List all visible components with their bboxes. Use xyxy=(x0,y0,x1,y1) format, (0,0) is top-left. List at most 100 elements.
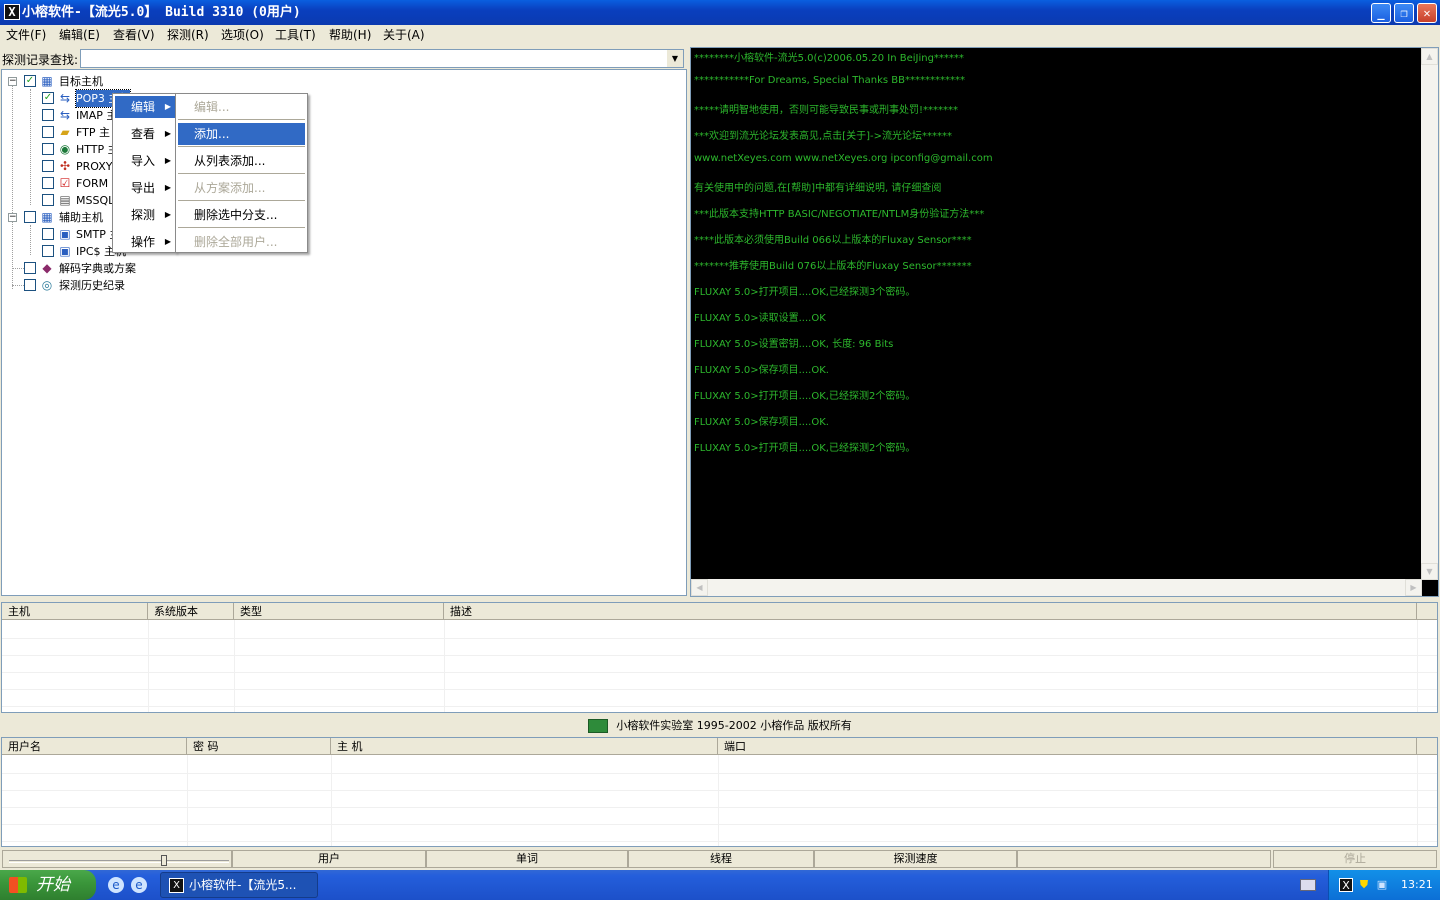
console-line: *****请明智地使用，否则可能导致民事或刑事处罚!******* xyxy=(694,105,959,116)
tree-node-mssql[interactable]: ▤ MSSQL xyxy=(26,192,114,209)
checkbox-checked[interactable]: ✓ xyxy=(42,92,54,104)
column-header-description[interactable]: 描述 xyxy=(444,603,1417,620)
menu-view[interactable]: 查看(V) xyxy=(113,25,155,46)
checkbox[interactable] xyxy=(42,160,54,172)
quicklaunch-ie-icon[interactable]: e xyxy=(131,877,147,893)
shield-icon[interactable]: ⛊ xyxy=(1357,878,1371,892)
checkbox[interactable] xyxy=(42,228,54,240)
scroll-down-icon[interactable]: ▼ xyxy=(1421,563,1438,580)
checkbox[interactable] xyxy=(24,262,36,274)
menu-probe[interactable]: 探测(R) xyxy=(167,25,209,46)
dropdown-arrow-icon[interactable]: ▼ xyxy=(667,50,683,67)
checkbox[interactable] xyxy=(24,211,36,223)
console-line: FLUXAY 5.0>保存项目....OK. xyxy=(694,365,829,376)
menu-options[interactable]: 选项(O) xyxy=(221,25,264,46)
maximize-button[interactable]: ❐ xyxy=(1394,3,1414,23)
console-horizontal-scrollbar[interactable]: ◀ ▶ xyxy=(691,579,1422,596)
title-bar[interactable]: X 小榕软件-【流光5.0】 Build 3310 (0用户) _ ❐ ✕ xyxy=(0,0,1440,25)
context-item-import[interactable]: 导入 ▶ xyxy=(115,150,175,172)
stop-button[interactable]: 停止 xyxy=(1273,850,1437,868)
menu-help[interactable]: 帮助(H) xyxy=(329,25,371,46)
tree-node-ipc[interactable]: ▣ IPC$ 主机 xyxy=(26,243,126,260)
tree-node-http[interactable]: ◉ HTTP 主 xyxy=(26,141,119,158)
context-item-probe[interactable]: 探测 ▶ xyxy=(115,204,175,226)
tree-node-target-hosts[interactable]: − ✓ ▦ 目标主机 xyxy=(8,73,208,90)
search-combo[interactable]: ▼ xyxy=(80,49,684,68)
collapse-icon[interactable]: − xyxy=(8,77,17,86)
menu-edit[interactable]: 编辑(E) xyxy=(59,25,100,46)
status-words: 单词 xyxy=(426,850,628,868)
app-icon[interactable]: X xyxy=(4,4,20,20)
checkbox[interactable] xyxy=(42,194,54,206)
console-line: *******推荐使用Build 076以上版本的Fluxay Sensor**… xyxy=(694,261,972,272)
tree-node-proxy[interactable]: ✣ PROXY xyxy=(26,158,113,175)
submenu-arrow-icon: ▶ xyxy=(164,183,171,192)
column-header-username[interactable]: 用户名 xyxy=(2,738,187,755)
column-header-os-version[interactable]: 系统版本 xyxy=(148,603,234,620)
search-label: 探测记录查找: xyxy=(2,53,79,67)
submenu-item-add-from-scheme: 从方案添加... xyxy=(194,181,266,195)
context-item-operate[interactable]: 操作 ▶ xyxy=(115,231,175,253)
taskbar-window-button[interactable]: X 小榕软件-【流光5... xyxy=(160,872,318,898)
tree-node-history[interactable]: ◎ 探测历史纪录 xyxy=(8,277,168,294)
tree-node-dictionary[interactable]: ◆ 解码字典或方案 xyxy=(8,260,168,277)
fluxay-tray-icon[interactable]: X xyxy=(1339,878,1353,892)
mail-host-icon: ⇆ xyxy=(59,108,71,122)
slider-thumb[interactable] xyxy=(161,855,167,866)
submenu-item-add-from-list[interactable]: 从列表添加... xyxy=(178,150,305,172)
menu-about[interactable]: 关于(A) xyxy=(383,25,425,46)
column-header-password[interactable]: 密 码 xyxy=(187,738,331,755)
menu-file[interactable]: 文件(F) xyxy=(6,25,46,46)
checkbox[interactable] xyxy=(42,109,54,121)
collapse-icon[interactable]: − xyxy=(8,213,17,222)
column-header-host[interactable]: 主 机 xyxy=(331,738,718,755)
hosts-table[interactable]: 主机 系统版本 类型 描述 xyxy=(1,602,1438,713)
log-console[interactable]: ********小榕软件-流光5.0(c)2006.05.20 In BeiJi… xyxy=(690,47,1439,597)
checkbox[interactable] xyxy=(42,126,54,138)
keyboard-icon[interactable] xyxy=(1300,879,1316,891)
column-header-type[interactable]: 类型 xyxy=(234,603,444,620)
speed-slider[interactable] xyxy=(9,855,231,867)
console-line: www.netXeyes.com www.netXeyes.org ipconf… xyxy=(694,153,993,164)
column-header-host[interactable]: 主机 xyxy=(2,603,148,620)
checkbox[interactable] xyxy=(42,177,54,189)
start-button[interactable]: 开始 xyxy=(0,870,96,900)
submenu-item-delete-all-users: 删除全部用户... xyxy=(194,235,278,249)
tree-node-form[interactable]: ☑ FORM xyxy=(26,175,108,192)
network-icon[interactable]: ▣ xyxy=(1375,878,1389,892)
submenu-item-delete-branch[interactable]: 删除选中分支... xyxy=(178,204,305,226)
minimize-button[interactable]: _ xyxy=(1371,3,1391,23)
console-line: ***此版本支持HTTP BASIC/NEGOTIATE/NTLM身份验证方法*… xyxy=(694,209,985,220)
context-item-edit[interactable]: 编辑 ▶ xyxy=(115,96,175,118)
tree-label: 解码字典或方案 xyxy=(59,262,136,275)
quicklaunch-browser-icon[interactable]: e xyxy=(108,877,124,893)
close-button[interactable]: ✕ xyxy=(1417,3,1437,23)
checkbox-checked[interactable]: ✓ xyxy=(24,75,36,87)
scroll-right-icon[interactable]: ▶ xyxy=(1405,579,1422,596)
context-item-export[interactable]: 导出 ▶ xyxy=(115,177,175,199)
scroll-left-icon[interactable]: ◀ xyxy=(691,579,708,596)
checkbox[interactable] xyxy=(24,279,36,291)
tree-node-smtp[interactable]: ▣ SMTP 主 xyxy=(26,226,120,243)
network-icon: ▦ xyxy=(41,210,53,224)
submenu-item-add[interactable]: 添加... xyxy=(178,123,305,145)
checkbox[interactable] xyxy=(42,245,54,257)
column-header-port[interactable]: 端口 xyxy=(718,738,1417,755)
checkbox[interactable] xyxy=(42,143,54,155)
console-vertical-scrollbar[interactable]: ▲ ▼ xyxy=(1421,48,1438,580)
tree-label: FORM xyxy=(76,177,109,190)
tree-node-aux-hosts[interactable]: − ▦ 辅助主机 xyxy=(8,209,128,226)
tree-node-imap[interactable]: ⇆ IMAP 主 xyxy=(26,107,117,124)
host-tree[interactable]: − ✓ ▦ 目标主机 ✓ ⇆ POP3 主机 ⇆ IMAP 主 ▰ FTP 主 … xyxy=(1,69,687,596)
scroll-up-icon[interactable]: ▲ xyxy=(1421,48,1438,65)
console-line: FLUXAY 5.0>保存项目....OK. xyxy=(694,417,829,428)
users-table[interactable]: 用户名 密 码 主 机 端口 xyxy=(1,737,1438,847)
console-line: ********小榕软件-流光5.0(c)2006.05.20 In BeiJi… xyxy=(694,53,964,64)
context-item-view[interactable]: 查看 ▶ xyxy=(115,123,175,145)
menu-tools[interactable]: 工具(T) xyxy=(275,25,316,46)
tree-node-ftp[interactable]: ▰ FTP 主 xyxy=(26,124,110,141)
clock[interactable]: 13:21 xyxy=(1401,870,1433,900)
computer-icon: ▣ xyxy=(59,244,71,258)
tree-label: 辅助主机 xyxy=(59,211,103,224)
context-menu: 编辑 ▶ 查看 ▶ 导入 ▶ 导出 ▶ 探测 ▶ 操作 ▶ xyxy=(112,93,176,253)
